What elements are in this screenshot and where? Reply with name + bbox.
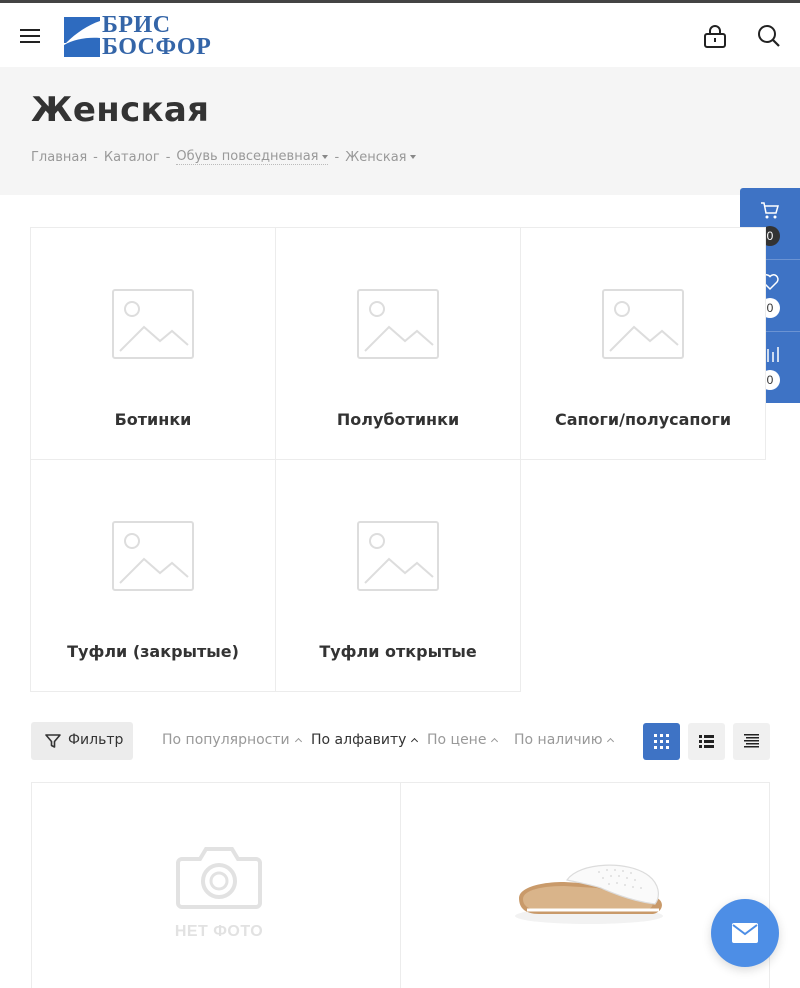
chevron-down-icon	[410, 155, 417, 159]
sort-by-popularity[interactable]: По популярности	[162, 732, 302, 748]
category-name: Сапоги/полусапоги	[554, 410, 732, 429]
filter-button[interactable]: Фильтр	[31, 722, 133, 760]
image-placeholder-icon	[357, 289, 439, 359]
grid-view-icon	[654, 734, 669, 749]
image-placeholder-icon	[357, 521, 439, 591]
sort-by-availability[interactable]: По наличию	[514, 732, 615, 748]
envelope-icon	[732, 923, 758, 943]
category-name: Полуботинки	[336, 410, 460, 429]
filter-icon	[45, 734, 61, 748]
list-view-button[interactable]	[688, 723, 725, 760]
breadcrumb-separator: -	[165, 149, 171, 165]
contact-mail-button[interactable]	[711, 899, 779, 967]
sort-option-label: По популярности	[162, 732, 290, 748]
page-heading-area	[0, 67, 800, 195]
image-placeholder-icon	[112, 289, 194, 359]
category-card[interactable]: Туфли открытые	[275, 459, 521, 692]
category-name: Ботинки	[114, 410, 192, 429]
no-photo-label: НЕТ ФОТО	[174, 923, 264, 940]
catalog-toolbar: Фильтр По популярности По алфавиту По це…	[0, 722, 800, 760]
grid-view-button[interactable]	[643, 723, 680, 760]
filter-button-label: Фильтр	[68, 732, 124, 748]
category-name: Туфли (закрытые)	[67, 642, 239, 661]
site-logo[interactable]: БРИС БОСФОР	[62, 12, 224, 60]
search-icon[interactable]	[756, 23, 782, 49]
breadcrumb: Главная - Каталог - Обувь повседневная - Женск…	[31, 149, 417, 165]
category-card[interactable]: Полуботинки	[275, 227, 521, 460]
sort-option-label: По наличию	[514, 732, 603, 748]
sort-option-label: По алфавиту	[311, 732, 407, 748]
list-view-icon	[699, 735, 714, 748]
breadcrumb-item-label: Обувь повседневная	[176, 149, 319, 164]
chevron-up-icon	[491, 737, 499, 745]
product-card[interactable]: НЕТ ФОТО	[31, 782, 401, 988]
chevron-down-icon	[322, 154, 329, 159]
category-card[interactable]: Туфли (закрытые)	[30, 459, 276, 692]
breadcrumb-item-catalog[interactable]: Каталог	[104, 150, 160, 165]
breadcrumb-item-women[interactable]: Женская	[345, 149, 417, 165]
product-grid: НЕТ ФОТО	[31, 782, 770, 988]
image-placeholder-icon	[112, 521, 194, 591]
category-card[interactable]: Ботинки	[30, 227, 276, 460]
table-view-icon	[744, 734, 759, 748]
category-card[interactable]: Сапоги/полусапоги	[520, 227, 766, 460]
table-view-button[interactable]	[733, 723, 770, 760]
logo-text-line2: БОСФОР	[102, 34, 212, 60]
logo-mark-icon	[64, 17, 100, 57]
breadcrumb-item-label: Женская	[345, 149, 407, 165]
sort-option-label: По цене	[427, 732, 487, 748]
no-photo-placeholder: НЕТ ФОТО	[174, 841, 264, 945]
sort-by-alphabet[interactable]: По алфавиту	[311, 732, 419, 748]
image-placeholder-icon	[602, 289, 684, 359]
breadcrumb-item-casual-shoes[interactable]: Обувь повседневная	[176, 149, 329, 165]
menu-icon[interactable]	[20, 27, 40, 45]
cart-icon	[761, 202, 779, 219]
chevron-up-icon	[294, 737, 302, 745]
breadcrumb-item-home[interactable]: Главная	[31, 150, 87, 165]
breadcrumb-separator: -	[334, 149, 340, 165]
chevron-up-icon	[411, 737, 419, 745]
page-title: Женская	[31, 90, 210, 130]
product-card[interactable]	[400, 782, 770, 988]
camera-icon	[176, 847, 262, 909]
product-image-slipper	[515, 864, 663, 924]
site-header: БРИС БОСФОР	[0, 3, 800, 67]
breadcrumb-separator: -	[93, 149, 98, 165]
chevron-up-icon	[607, 737, 615, 745]
sort-by-price[interactable]: По цене	[427, 732, 499, 748]
lock-icon[interactable]	[702, 23, 728, 49]
subcategory-grid: Ботинки Полуботинки Сапоги/полусапоги Ту…	[30, 227, 766, 693]
category-name: Туфли открытые	[319, 642, 477, 661]
